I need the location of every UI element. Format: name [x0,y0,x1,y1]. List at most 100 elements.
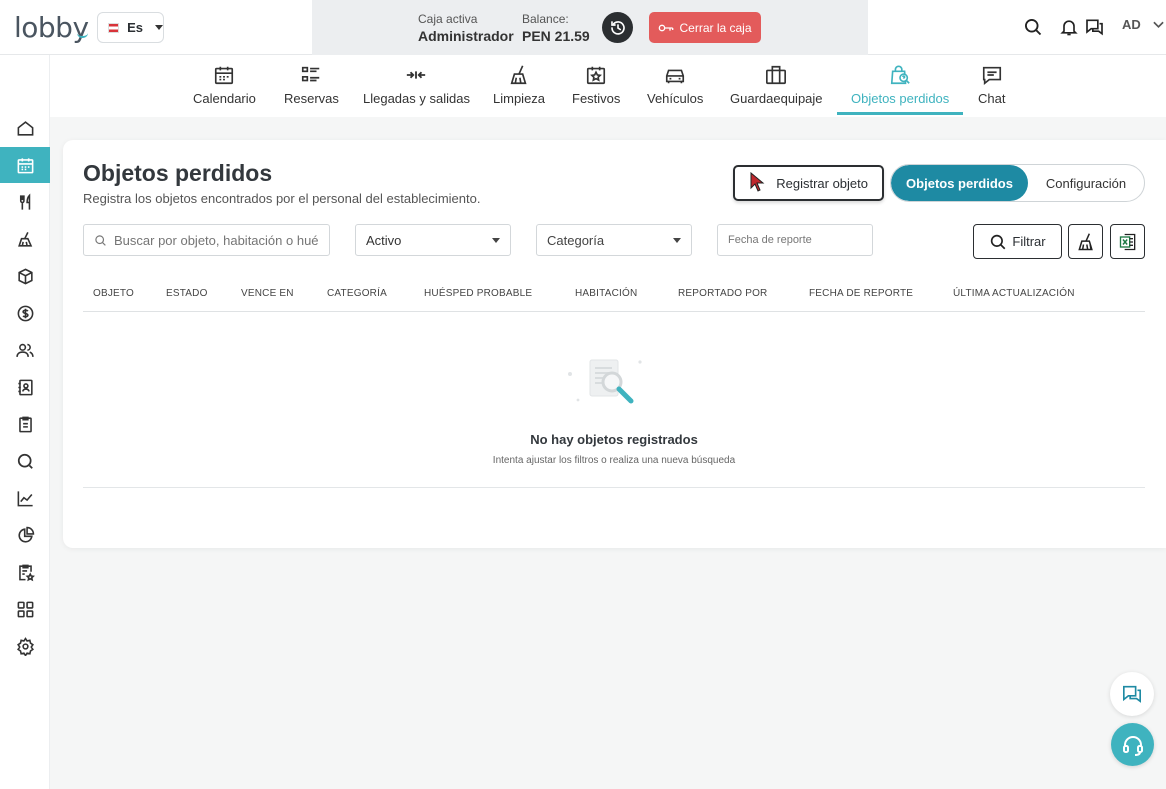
balance-value: PEN 21.59 [522,28,590,44]
bell-icon[interactable] [1059,17,1079,37]
calendar-icon [17,157,33,173]
column-header[interactable]: FECHA DE REPORTE [809,288,913,299]
broom-icon [1077,232,1093,250]
language-code: Es [127,20,143,35]
broom-icon [17,231,32,247]
page-subtitle: Registra los objetos encontrados por el … [83,191,481,206]
active-cash-value: Administrador [418,28,514,44]
peru-flag-icon [108,22,120,33]
sidebar-item-settings[interactable] [0,628,50,664]
calendar-star-icon [587,66,606,85]
tab-chat[interactable]: Chat [978,63,1005,113]
users-icon [16,343,34,357]
sidebar-item-calendar[interactable] [0,147,50,183]
search-icon [95,234,106,246]
messages-icon [1123,685,1141,703]
tab-reservations[interactable]: Reservas [284,63,339,113]
sidebar-item-search[interactable] [0,443,50,479]
search-icon [17,453,33,469]
search-icon[interactable] [1023,17,1043,37]
search-input[interactable] [114,232,319,248]
tab-arrivals-departures[interactable]: Llegadas y salidas [363,63,470,113]
home-icon [17,120,33,136]
tab-label: Festivos [572,91,621,106]
sidebar [0,55,50,789]
tab-vehicles[interactable]: Vehículos [647,63,703,113]
chevron-down-icon [673,237,681,243]
column-header[interactable]: ÚLTIMA ACTUALIZACIÓN [953,288,1075,299]
sidebar-item-audits[interactable] [0,554,50,590]
tab-luggage[interactable]: Guardaequipaje [730,63,823,113]
register-item-label: Registrar objeto [776,175,868,191]
sidebar-item-home[interactable] [0,110,50,146]
column-header[interactable]: ESTADO [166,288,208,299]
table-header: OBJETO ESTADO VENCE EN CATEGORÍA HUÉSPED… [83,285,1145,312]
tab-calendar[interactable]: Calendario [193,63,256,113]
excel-icon [1119,233,1135,250]
column-header[interactable]: VENCE EN [241,288,294,299]
close-cash-label: Cerrar la caja [679,20,752,35]
status-value: Activo [366,232,402,248]
active-tab-indicator [837,112,964,115]
chevron-down-icon[interactable] [1153,20,1164,30]
tab-lost-items-view[interactable]: Objetos perdidos [891,165,1028,201]
dollar-icon [17,305,33,321]
empty-state-title: No hay objetos registrados [530,432,698,447]
close-cash-button[interactable]: Cerrar la caja [649,12,761,43]
register-item-button[interactable]: Registrar objeto [733,165,884,201]
sidebar-item-guests[interactable] [0,332,50,368]
tab-label: Calendario [193,91,256,106]
tab-configuration[interactable]: Configuración [1028,165,1144,201]
sidebar-item-apps[interactable] [0,591,50,627]
category-value: Categoría [547,232,605,248]
search-field[interactable] [83,224,330,256]
sidebar-item-finance[interactable] [0,295,50,331]
sidebar-item-tasks[interactable] [0,406,50,442]
broom-icon [510,65,527,85]
column-header[interactable]: HABITACIÓN [575,288,637,299]
export-excel-button[interactable] [1110,224,1145,259]
column-header[interactable]: REPORTADO POR [678,288,767,299]
clipboard-icon [18,416,32,432]
tab-label: Limpieza [493,91,546,106]
status-select[interactable]: Activo [355,224,511,256]
tab-housekeeping[interactable]: Limpieza [493,63,545,113]
empty-state-subtitle: Intenta ajustar los filtros o realiza un… [492,455,736,466]
active-cash: Caja activa Administrador [418,12,514,44]
category-select[interactable]: Categoría [536,224,692,256]
cash-register-bar: Caja activa Administrador Balance: PEN 2… [312,0,868,55]
user-avatar[interactable]: AD [1122,17,1141,32]
sidebar-item-contacts[interactable] [0,369,50,405]
clipboard-star-icon [18,564,35,581]
sidebar-item-restaurant[interactable] [0,184,50,220]
support-button[interactable] [1111,723,1154,766]
messages-icon[interactable] [1084,17,1105,37]
sidebar-item-inventory[interactable] [0,258,50,294]
restaurant-icon [19,192,30,210]
column-header[interactable]: HUÉSPED PROBABLE [424,288,532,299]
language-selector[interactable]: Es [97,12,164,43]
lost-items-icon [890,65,910,85]
clear-filters-button[interactable] [1068,224,1103,259]
page-title: Objetos perdidos [83,160,273,186]
tab-label: Reservas [284,91,339,106]
sidebar-item-analytics[interactable] [0,517,50,553]
sidebar-item-reports[interactable] [0,480,50,516]
app-logo[interactable]: lobby [14,11,89,44]
chat-widget-button[interactable] [1110,672,1154,716]
filter-label: Filtrar [1012,234,1046,249]
cash-history-button[interactable] [602,12,633,43]
filter-button[interactable]: Filtrar [973,224,1062,259]
report-date-input[interactable]: Fecha de reporte [717,224,873,256]
headset-icon [1122,735,1143,756]
column-header[interactable]: CATEGORÍA [327,288,387,299]
report-date-placeholder: Fecha de reporte [728,234,812,246]
tab-holidays[interactable]: Festivos [572,63,620,113]
list-icon [302,66,320,82]
empty-search-illustration [568,359,642,404]
column-header[interactable]: OBJETO [93,288,134,299]
chat-icon [982,66,1001,85]
lost-items-panel: Objetos perdidos Registra los objetos en… [63,140,1166,548]
tab-lost-items[interactable]: Objetos perdidos [837,63,964,115]
sidebar-item-housekeeping[interactable] [0,221,50,257]
